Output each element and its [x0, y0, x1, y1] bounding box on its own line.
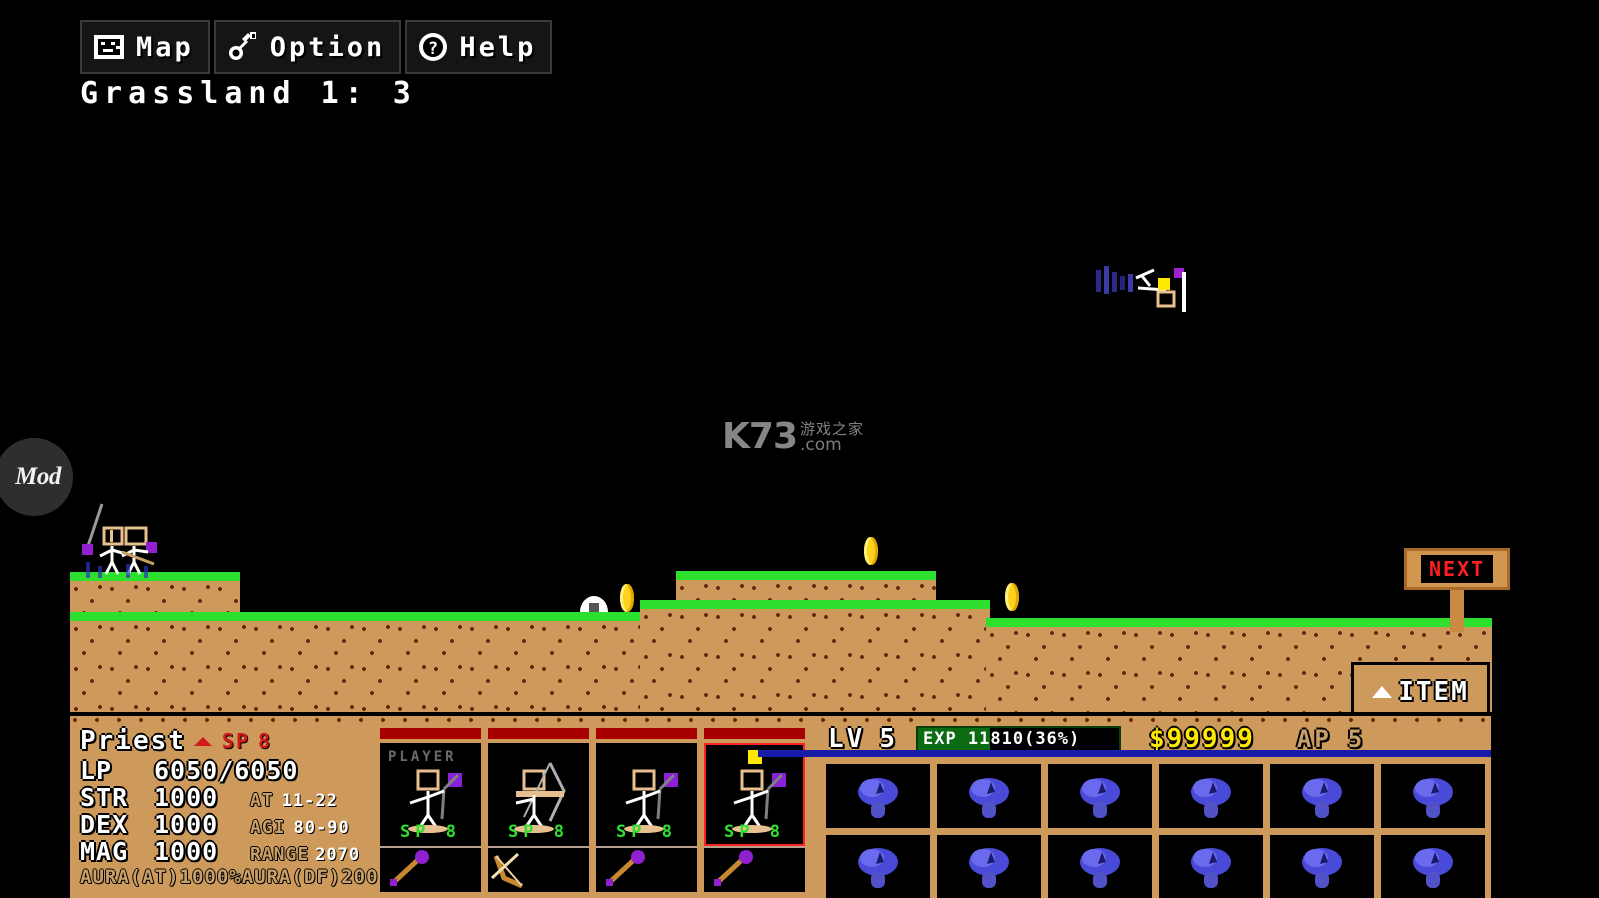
- item-slot[interactable]: [1270, 834, 1374, 898]
- stat-sublabel-at: AT: [250, 790, 274, 811]
- item-slot[interactable]: [937, 834, 1041, 898]
- character-sp-label: SP: [221, 729, 251, 753]
- hp-bar: [488, 728, 589, 739]
- stat-label-lp: LP: [80, 756, 113, 785]
- signpost-pole: [1450, 590, 1465, 632]
- party-card: SP 8: [488, 728, 589, 898]
- weapon-slot-3[interactable]: [596, 846, 697, 892]
- coin: [620, 584, 634, 612]
- item-slot[interactable]: [826, 834, 930, 898]
- party-sp-2: SP 8: [508, 822, 569, 842]
- question-mark-icon: ?: [417, 31, 449, 63]
- enemy-sprite: [1096, 262, 1192, 322]
- right-hud-column: LV 5 EXP 11810(36%) $99999 AP 5: [758, 716, 1491, 898]
- character-name: Priest: [80, 726, 186, 756]
- hp-bar: [380, 728, 481, 739]
- map-button[interactable]: Map: [80, 20, 210, 74]
- ap-label: AP: [1296, 725, 1332, 753]
- coin: [1005, 583, 1019, 611]
- stat-subvalue-range: 2070: [315, 845, 361, 865]
- triangle-up-icon: [1372, 685, 1393, 698]
- character-sp-value: 8: [258, 729, 273, 753]
- party-portrait-1[interactable]: PLAYER SP 8: [380, 743, 481, 846]
- stat-sublabel-range: RANGE: [250, 844, 310, 865]
- party-sp-1: SP 8: [400, 822, 461, 842]
- party-sp-4: SP 8: [724, 822, 785, 842]
- party-portrait-2[interactable]: SP 8: [488, 743, 589, 846]
- stat-row-dex: DEX 1000 AGI 80-90: [80, 810, 380, 839]
- stat-value-str: 1000: [154, 783, 219, 812]
- option-button[interactable]: Option: [213, 20, 402, 74]
- character-stats-panel: Priest SP 8 LP 6050/6050 STR 1000 AT 11-…: [70, 716, 390, 898]
- item-grid: [820, 757, 1491, 898]
- signpost-board: NEXT: [1404, 548, 1511, 590]
- signpost-label: NEXT: [1421, 555, 1494, 583]
- stat-label-mag: MAG: [80, 837, 129, 866]
- stat-sublabel-agi: AGI: [250, 817, 286, 838]
- item-slot[interactable]: [1270, 764, 1374, 828]
- weapon-slot-2[interactable]: [488, 846, 589, 892]
- stage-title: Grassland 1: 3: [80, 76, 417, 111]
- stat-subvalue-agi: 80-90: [293, 818, 350, 838]
- item-slot[interactable]: [1159, 764, 1263, 828]
- item-slot[interactable]: [1048, 764, 1152, 828]
- character-name-row: Priest SP 8: [80, 726, 380, 756]
- mod-badge-label: Mod: [15, 463, 61, 490]
- hud-blue-divider: [758, 750, 1491, 757]
- party-portrait-4[interactable]: SP 8: [704, 743, 805, 846]
- stat-label-str: STR: [80, 783, 129, 812]
- map-button-label: Map: [136, 31, 194, 63]
- weapon-slot-1[interactable]: [380, 846, 481, 892]
- stat-row-mag: MAG 1000 RANGE 2070: [80, 837, 380, 866]
- watermark: K73 游戏之家 .com: [722, 416, 864, 457]
- weapon-slot-4[interactable]: [704, 846, 805, 892]
- stat-label-dex: DEX: [80, 810, 129, 839]
- game-screen: Map Option ? Help Grassland 1: 3 Mod K73…: [0, 0, 1599, 898]
- stat-row-lp: LP 6050/6050: [80, 756, 380, 785]
- item-slot[interactable]: [1048, 834, 1152, 898]
- item-slot[interactable]: [1159, 834, 1263, 898]
- help-button-label: Help: [459, 31, 537, 63]
- ap-value: 5: [1347, 725, 1366, 753]
- party-portrait-3[interactable]: SP 8: [596, 743, 697, 846]
- dome-structure: [576, 584, 612, 618]
- party-sp-3: SP 8: [616, 822, 677, 842]
- top-menu-bar: Map Option ? Help: [80, 20, 553, 74]
- bottom-hud-panel: Priest SP 8 LP 6050/6050 STR 1000 AT 11-…: [70, 712, 1491, 898]
- watermark-brand: K73: [722, 416, 798, 457]
- item-tab-label: ITEM: [1398, 676, 1469, 707]
- item-tab[interactable]: ITEM: [1351, 662, 1490, 718]
- watermark-domain: .com: [800, 435, 842, 456]
- stat-row-str: STR 1000 AT 11-22: [80, 783, 380, 812]
- stat-value-mag: 1000: [154, 837, 219, 866]
- mod-badge[interactable]: Mod: [0, 438, 73, 516]
- next-signpost[interactable]: NEXT: [1404, 548, 1511, 632]
- hp-bar: [596, 728, 697, 739]
- stat-subvalue-at: 11-22: [281, 791, 338, 811]
- party-card: PLAYER SP 8: [380, 728, 481, 898]
- sp-caret-icon: [193, 736, 212, 746]
- item-slot[interactable]: [826, 764, 930, 828]
- svg-text:?: ?: [428, 39, 438, 59]
- exp-bar: EXP 11810(36%): [915, 725, 1121, 753]
- stat-value-lp: 6050/6050: [154, 756, 299, 785]
- party-card: SP 8: [596, 728, 697, 898]
- party-portraits: PLAYER SP 8 SP 8 SP 8 SP 8: [380, 716, 820, 898]
- help-button[interactable]: ? Help: [405, 20, 553, 74]
- aura-text: AURA(AT)1000%AURA(DF)200.: [80, 866, 391, 888]
- item-slot[interactable]: [1381, 834, 1485, 898]
- item-slot[interactable]: [937, 764, 1041, 828]
- map-icon: [92, 32, 126, 62]
- exp-text: EXP 11810(36%): [922, 729, 1081, 749]
- wrench-icon: [226, 31, 260, 63]
- terrain-lower-left: [70, 612, 642, 712]
- coin: [864, 537, 878, 565]
- item-slot[interactable]: [1381, 764, 1485, 828]
- player-party-sprite: [76, 500, 176, 584]
- terrain-center-step: [640, 600, 990, 712]
- stat-value-dex: 1000: [154, 810, 219, 839]
- hp-bar: [704, 728, 805, 739]
- option-button-label: Option: [269, 31, 386, 63]
- stat-row-aura: AURA(AT)1000%AURA(DF)200.: [80, 866, 390, 893]
